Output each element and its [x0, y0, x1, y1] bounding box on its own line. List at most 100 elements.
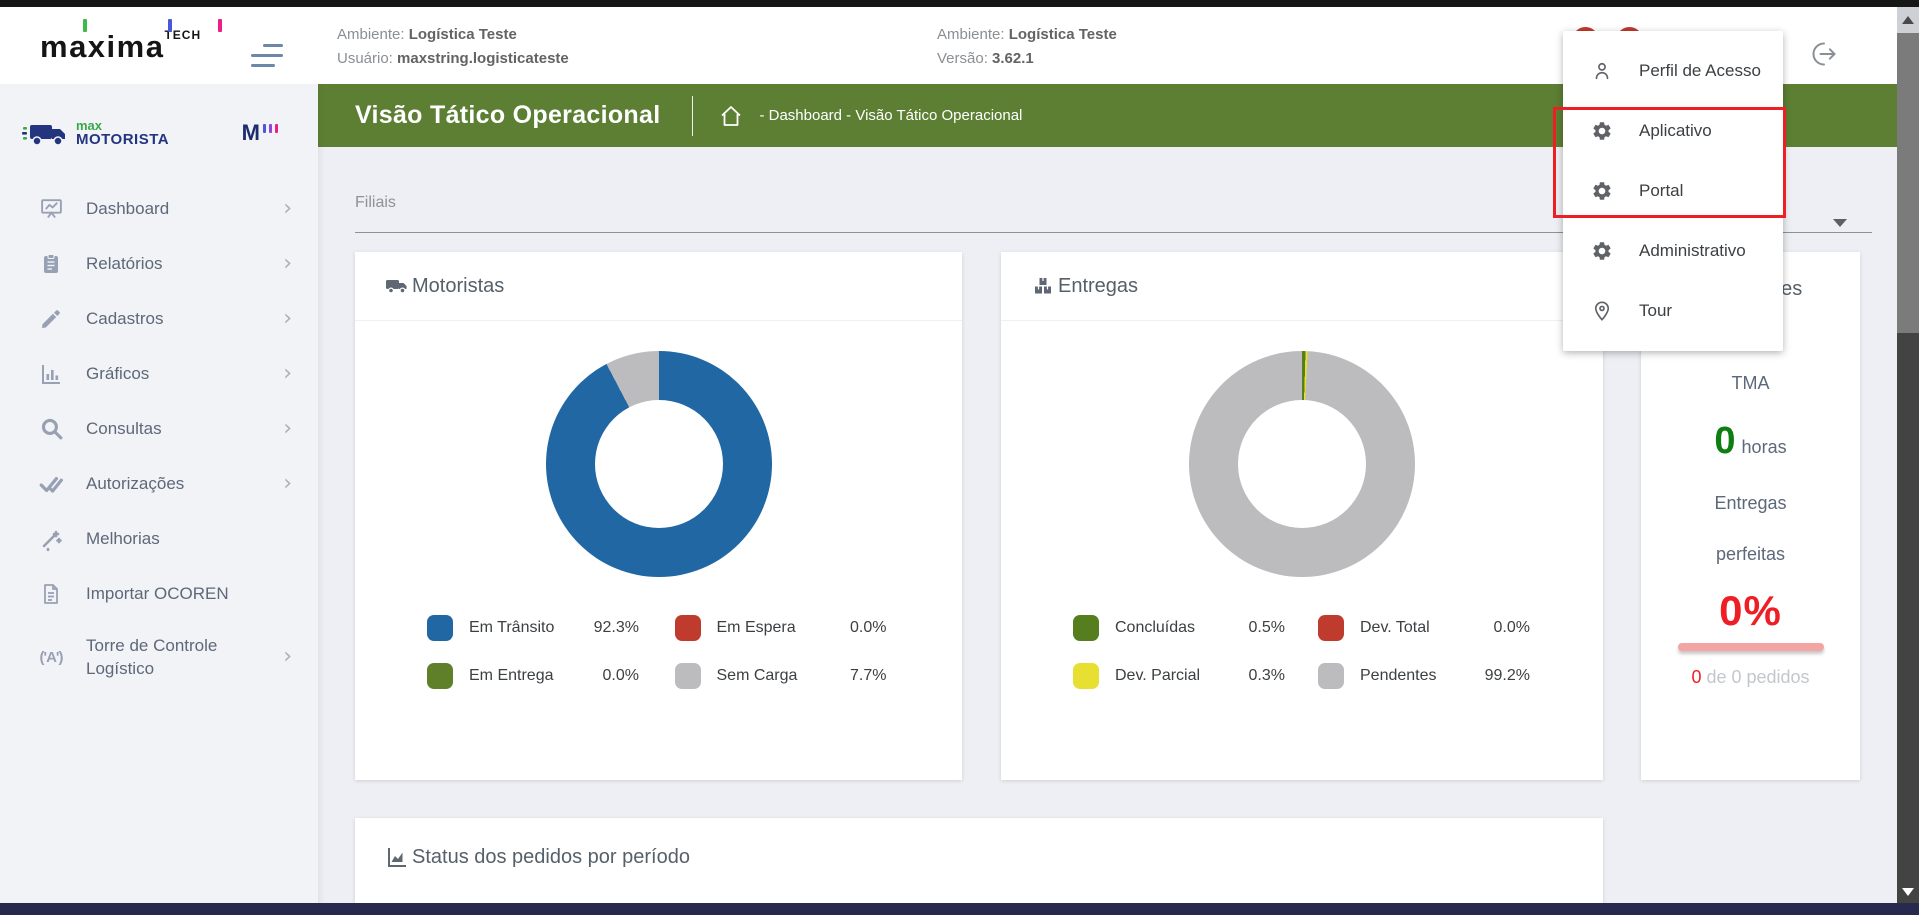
orders-count: 0 de 0 pedidos: [1641, 667, 1860, 688]
sidebar-item-cadastros[interactable]: Cadastros ›: [0, 291, 318, 346]
wand-icon: [38, 526, 64, 552]
sidebar-item-consultas[interactable]: Consultas ›: [0, 401, 318, 456]
sidebar: max MOTORISTA M Dashboard › Relatórios ›: [0, 84, 318, 915]
status-pedidos-card: Status dos pedidos por período: [355, 818, 1603, 915]
sidebar-logo-row: max MOTORISTA M: [0, 84, 318, 181]
sidebar-item-relatorios[interactable]: Relatórios ›: [0, 236, 318, 291]
motoristas-card-title: Motoristas: [412, 275, 504, 298]
perfect-deliveries-progress-bar: [1678, 643, 1824, 651]
menu-item-portal[interactable]: Portal: [1563, 161, 1783, 221]
scrollbar-thumb[interactable]: [1897, 33, 1919, 333]
truck-icon: [22, 117, 68, 149]
breadcrumb: - Dashboard - Visão Tático Operacional: [759, 107, 1022, 124]
gear-icon: [1591, 120, 1613, 142]
legend-swatch: [1318, 615, 1344, 641]
tma-unit: horas: [1742, 437, 1787, 457]
logo-tick-blue: [168, 19, 172, 32]
legend-item: Em Entrega 0.0%: [427, 663, 675, 689]
bottom-window-bar: [0, 903, 1919, 915]
legend-swatch: [427, 615, 453, 641]
pin-icon: [1591, 300, 1613, 322]
chevron-right-icon: ›: [283, 363, 292, 385]
environment-user-info: Ambiente: Logística Teste Usuário: maxst…: [337, 23, 569, 71]
sidebar-nav: Dashboard › Relatórios › Cadastros ›: [0, 181, 318, 693]
motoristas-card: Motoristas Em Trânsito 92.3% Em Espera 0…: [355, 252, 962, 780]
sidebar-item-autorizacoes[interactable]: Autorizações ›: [0, 456, 318, 511]
motoristas-legend: Em Trânsito 92.3% Em Espera 0.0% Em Entr…: [427, 615, 922, 689]
sidebar-item-melhorias[interactable]: Melhorias: [0, 511, 318, 566]
menu-item-administrativo[interactable]: Administrativo: [1563, 221, 1783, 281]
filiais-select-label: Filiais: [355, 194, 396, 212]
scrollbar-down-button[interactable]: [1897, 881, 1919, 903]
hamburger-menu-icon[interactable]: [251, 44, 283, 74]
legend-item: Concluídas 0.5%: [1073, 615, 1318, 641]
legend-swatch: [675, 615, 701, 641]
legend-item: Sem Carga 7.7%: [675, 663, 923, 689]
environment-version-info: Ambiente: Logística Teste Versão: 3.62.1: [937, 23, 1117, 71]
vertical-scrollbar[interactable]: [1897, 7, 1919, 915]
menu-item-tour[interactable]: Tour: [1563, 281, 1783, 341]
maxima-tech-logo: maximaTECH: [40, 23, 240, 71]
entregas-donut-chart[interactable]: [1189, 351, 1415, 577]
sidebar-item-dashboard[interactable]: Dashboard ›: [0, 181, 318, 236]
legend-swatch: [427, 663, 453, 689]
truck-icon: [385, 274, 409, 298]
legend-item: Dev. Total 0.0%: [1318, 615, 1563, 641]
gear-icon: [1591, 240, 1613, 262]
filiais-dropdown-arrow-icon[interactable]: [1833, 219, 1847, 227]
report-icon: [38, 251, 64, 277]
sidebar-item-graficos[interactable]: Gráficos ›: [0, 346, 318, 401]
user-icon: [1591, 60, 1613, 82]
legend-item: Pendentes 99.2%: [1318, 663, 1563, 689]
motoristas-card-header: Motoristas: [355, 252, 962, 321]
pencil-icon: [38, 306, 64, 332]
tma-value: 0: [1714, 420, 1735, 462]
area-chart-icon: [385, 845, 409, 869]
search-icon: [38, 416, 64, 442]
perfect-deliveries-percent: 0%: [1641, 587, 1860, 635]
chevron-right-icon: ›: [283, 418, 292, 440]
sidebar-item-torre-de-controle[interactable]: ('A') Torre de Controle Logístico ›: [0, 621, 318, 693]
chevron-right-icon: ›: [283, 473, 292, 495]
entregas-legend: Concluídas 0.5% Dev. Total 0.0% Dev. Par…: [1073, 615, 1563, 689]
legend-swatch: [675, 663, 701, 689]
logout-icon[interactable]: [1810, 40, 1838, 68]
gear-icon: [1591, 180, 1613, 202]
entregas-card: Entregas Concluídas 0.5% Dev. Total 0.0%…: [1001, 252, 1603, 780]
tma-value-row: 0 horas: [1641, 420, 1860, 463]
tma-label: TMA: [1641, 373, 1860, 394]
chevron-right-icon: ›: [283, 308, 292, 330]
menu-item-aplicativo[interactable]: Aplicativo: [1563, 101, 1783, 161]
logo-motorista-text: MOTORISTA: [76, 131, 169, 148]
status-pedidos-card-title: Status dos pedidos por período: [412, 846, 690, 869]
window-top-strip: [0, 0, 1919, 7]
legend-swatch: [1073, 663, 1099, 689]
home-icon[interactable]: [719, 104, 743, 128]
motoristas-donut-chart[interactable]: [546, 351, 772, 577]
sidebar-item-importar-ocoren[interactable]: Importar OCOREN: [0, 566, 318, 621]
double-check-icon: [38, 471, 64, 497]
arrow-up-icon: [1902, 16, 1914, 24]
bar-chart-icon: [38, 361, 64, 387]
entregas-perfeitas-line2: perfeitas: [1641, 544, 1860, 565]
legend-swatch: [1318, 663, 1344, 689]
boxes-icon: [1031, 274, 1055, 298]
chevron-right-icon: ›: [283, 198, 292, 220]
logo-tick-pink: [218, 19, 222, 32]
chevron-right-icon: ›: [283, 646, 292, 668]
menu-item-perfil-de-acesso[interactable]: Perfil de Acesso: [1563, 41, 1783, 101]
brand-name: maxima: [40, 29, 164, 64]
legend-item: Em Espera 0.0%: [675, 615, 923, 641]
legend-item: Dev. Parcial 0.3%: [1073, 663, 1318, 689]
legend-item: Em Trânsito 92.3%: [427, 615, 675, 641]
document-icon: [38, 581, 64, 607]
scrollbar-up-button[interactable]: [1897, 7, 1919, 33]
entregas-card-header: Entregas: [1001, 252, 1603, 321]
max-motorista-logo: max MOTORISTA: [22, 117, 169, 149]
title-divider: [692, 96, 693, 136]
entregas-card-title: Entregas: [1058, 275, 1138, 298]
entregas-perfeitas-line1: Entregas: [1641, 493, 1860, 514]
page-title: Visão Tático Operacional: [355, 101, 660, 130]
legend-swatch: [1073, 615, 1099, 641]
antenna-icon: ('A'): [38, 644, 64, 670]
